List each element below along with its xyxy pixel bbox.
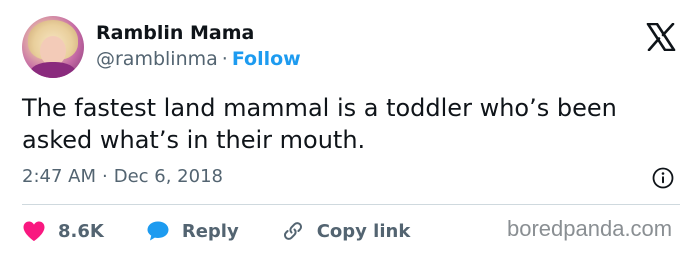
copy-link-label: Copy link	[316, 220, 411, 242]
avatar-shirt	[30, 62, 76, 78]
time-separator: ·	[102, 166, 108, 187]
info-icon[interactable]	[652, 167, 674, 189]
avatar[interactable]	[22, 16, 84, 78]
handle-row: @ramblinma · Follow	[96, 48, 301, 70]
watermark: boredpanda.com	[507, 216, 673, 241]
tweet-date: Dec 6, 2018	[113, 166, 223, 187]
like-button[interactable]: 8.6K	[22, 220, 104, 242]
action-bar: 8.6K Reply Copy link	[22, 218, 452, 244]
speech-bubble-icon	[147, 221, 169, 241]
like-count: 8.6K	[58, 220, 104, 242]
follow-button[interactable]: Follow	[232, 48, 301, 70]
tweet-text: The fastest land mammal is a toddler who…	[22, 94, 617, 154]
handle-separator: ·	[221, 48, 228, 70]
divider	[22, 204, 680, 205]
copy-link-button[interactable]: Copy link	[281, 219, 411, 243]
reply-label: Reply	[181, 220, 239, 242]
timestamp[interactable]: 2:47 AM · Dec 6, 2018	[22, 166, 223, 187]
link-icon	[283, 222, 302, 240]
display-name[interactable]: Ramblin Mama	[96, 22, 254, 44]
heart-icon	[23, 221, 45, 241]
tweet-time: 2:47 AM	[22, 166, 96, 187]
user-handle[interactable]: @ramblinma	[96, 48, 218, 70]
reply-button[interactable]: Reply	[146, 220, 239, 242]
x-logo-icon[interactable]	[646, 23, 676, 51]
